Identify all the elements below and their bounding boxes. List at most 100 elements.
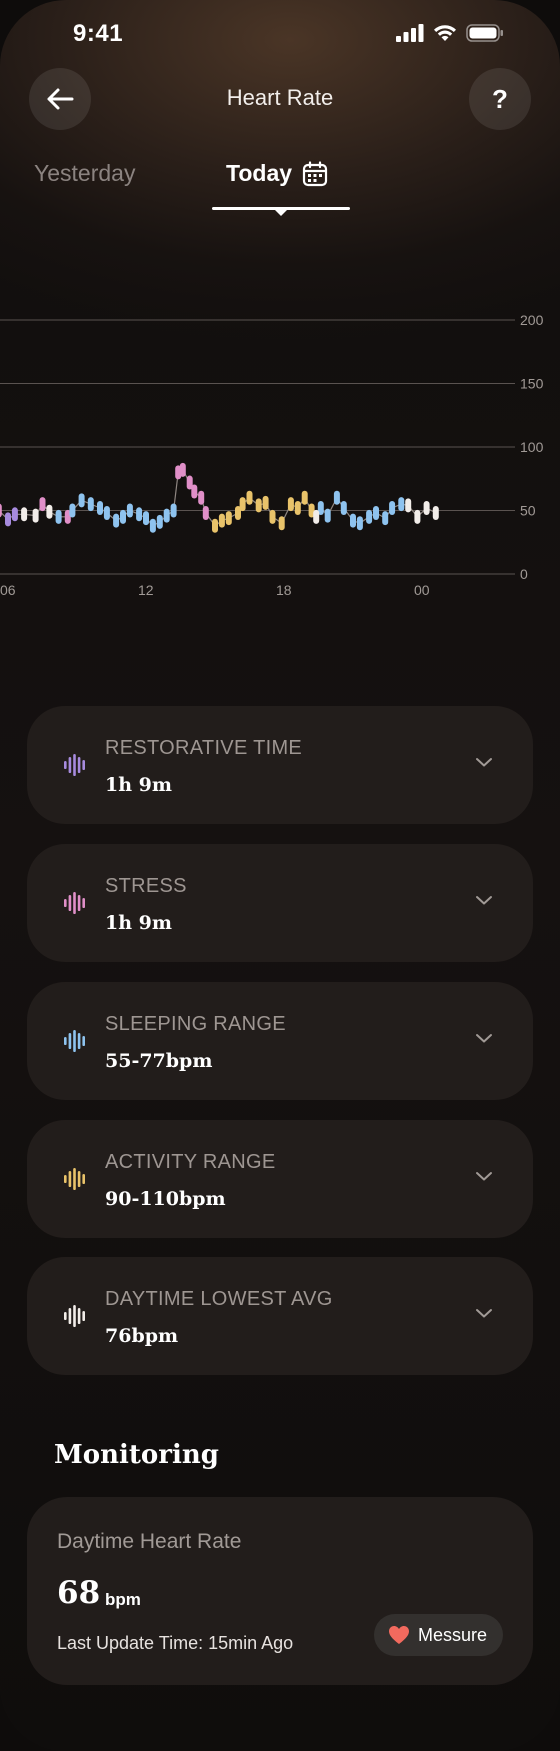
data-point	[11, 507, 18, 522]
calendar-icon[interactable]	[302, 160, 328, 187]
metric-label: DAYTIME LOWEST AVG	[105, 1288, 333, 1310]
data-point	[55, 509, 62, 524]
data-point	[225, 511, 232, 526]
data-point	[239, 497, 246, 512]
data-point	[69, 503, 76, 518]
pulse-bars-icon	[64, 1168, 85, 1190]
data-point	[278, 516, 285, 531]
pulse-bars-icon	[64, 754, 85, 776]
x-tick-label: 06	[0, 582, 16, 598]
data-point	[120, 509, 126, 524]
data-point	[255, 498, 262, 513]
data-point	[32, 508, 39, 523]
last-update-time: Last Update Time: 15min Ago	[57, 1633, 294, 1653]
data-point	[313, 509, 320, 524]
data-point	[170, 503, 177, 518]
data-point	[294, 500, 301, 515]
monitoring-title: Monitoring	[54, 1440, 219, 1470]
data-point	[46, 504, 53, 519]
x-tick-label: 18	[276, 582, 292, 598]
metric-value: 76bpm	[105, 1325, 179, 1347]
measure-button[interactable]: Messure	[373, 1614, 503, 1656]
signal-icon	[396, 24, 424, 42]
data-point	[179, 462, 186, 477]
data-point	[366, 509, 373, 524]
tab-yesterday[interactable]: Yesterday	[34, 160, 135, 187]
chevron-down-icon[interactable]	[475, 1307, 493, 1319]
data-point	[21, 507, 28, 522]
data-point	[198, 490, 205, 505]
heart-icon	[388, 1626, 409, 1644]
y-tick-label: 200	[520, 312, 544, 328]
metric-value: 90-110bpm	[105, 1188, 226, 1210]
pulse-bars-icon	[64, 892, 85, 914]
data-point	[398, 497, 405, 512]
data-point	[373, 506, 379, 521]
data-point	[78, 493, 85, 508]
status-time: 9:41	[73, 20, 124, 47]
data-point	[356, 516, 363, 531]
data-point	[218, 513, 225, 528]
data-point	[97, 500, 103, 515]
metric-value: 1h 9m	[105, 774, 172, 796]
metric-label: SLEEPING RANGE	[105, 1013, 286, 1035]
status-icons	[396, 24, 504, 42]
pulse-bars-icon	[64, 1305, 85, 1327]
data-point	[156, 514, 163, 529]
daytime-heart-rate-label: Daytime Heart Rate	[57, 1530, 242, 1553]
tab-indicator-caret	[274, 209, 288, 216]
metric-card-activity-range[interactable]: ACTIVITY RANGE 90-110bpm	[27, 1120, 533, 1238]
metric-value: 1h 9m	[105, 912, 172, 934]
metric-card-stress[interactable]: STRESS 1h 9m	[27, 844, 533, 962]
chevron-down-icon[interactable]	[475, 1032, 493, 1044]
metric-card-sleeping-range[interactable]: SLEEPING RANGE 55-77bpm	[27, 982, 533, 1100]
metric-card-daytime-lowest-avg[interactable]: DAYTIME LOWEST AVG 76bpm	[27, 1257, 533, 1375]
data-point	[423, 500, 430, 515]
metric-value: 55-77bpm	[105, 1050, 213, 1072]
data-point	[333, 490, 340, 505]
data-point	[324, 508, 331, 523]
metric-label: RESTORATIVE TIME	[105, 737, 303, 759]
data-point	[382, 511, 389, 526]
data-point	[202, 506, 209, 521]
metric-label: ACTIVITY RANGE	[105, 1151, 276, 1173]
data-point	[0, 503, 2, 518]
data-point	[350, 513, 356, 528]
pulse-bars-icon	[64, 1030, 85, 1052]
data-point	[414, 509, 421, 524]
data-point	[269, 509, 276, 524]
data-point	[405, 498, 412, 513]
data-point	[163, 508, 170, 523]
heart-rate-unit: bpm	[105, 1590, 141, 1609]
x-tick-label: 12	[138, 582, 154, 598]
daytime-heart-rate-card: Daytime Heart Rate 68 bpm Last Update Ti…	[27, 1497, 533, 1685]
data-point	[126, 503, 133, 518]
data-point	[39, 497, 46, 512]
data-point	[87, 497, 94, 512]
chevron-down-icon[interactable]	[475, 894, 493, 906]
data-point	[262, 495, 269, 510]
heart-rate-value: 68	[57, 1575, 101, 1611]
tab-today[interactable]: Today	[226, 160, 328, 187]
chevron-down-icon[interactable]	[475, 1170, 493, 1182]
y-tick-label: 150	[520, 376, 544, 392]
y-tick-label: 0	[520, 566, 528, 582]
chevron-down-icon[interactable]	[475, 756, 493, 768]
wifi-icon	[434, 25, 456, 41]
data-point	[143, 511, 149, 526]
data-point	[389, 500, 396, 515]
tab-today-label: Today	[226, 160, 293, 186]
data-point	[191, 484, 198, 499]
data-point	[432, 506, 439, 521]
data-point	[340, 500, 347, 515]
data-point	[149, 518, 156, 533]
measure-label: Messure	[417, 1624, 487, 1645]
phone-screen: 9:41 Heart Rate ? Yesterday Today 200 15…	[0, 0, 560, 1751]
data-point	[136, 507, 143, 522]
metric-card-restorative-time[interactable]: RESTORATIVE TIME 1h 9m	[27, 706, 533, 824]
help-button[interactable]: ?	[469, 68, 531, 130]
data-point	[103, 506, 110, 521]
battery-icon	[466, 24, 503, 42]
x-tick-label: 00	[414, 582, 430, 598]
data-point	[212, 518, 218, 533]
